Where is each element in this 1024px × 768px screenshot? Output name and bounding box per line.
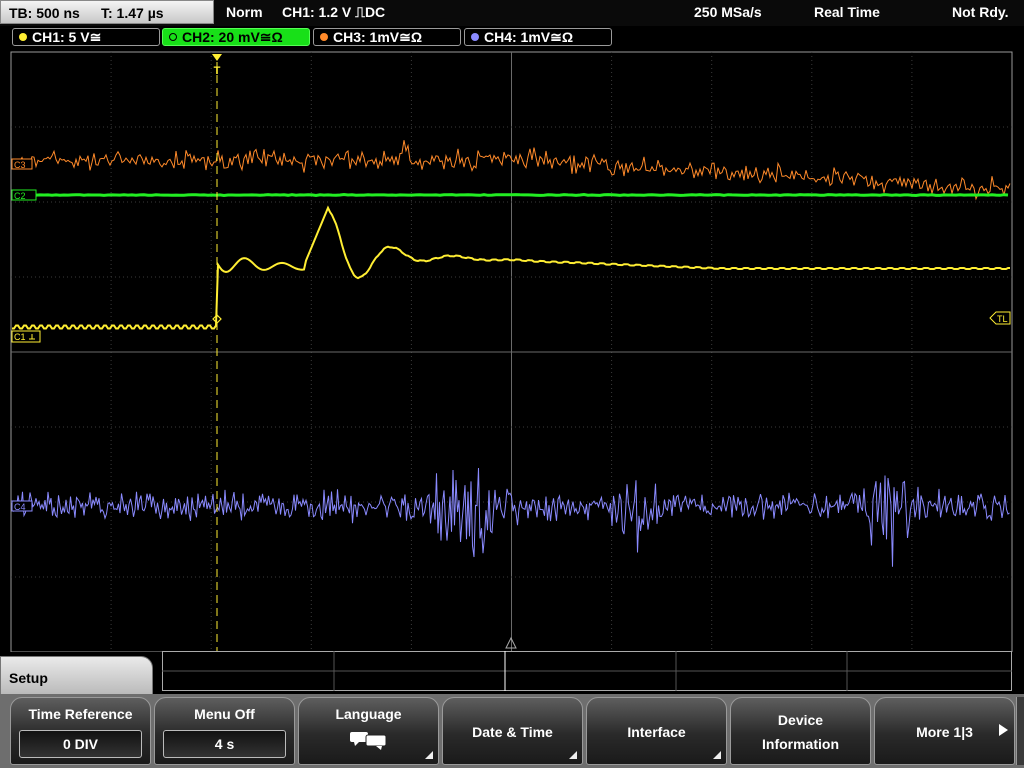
menu-off-value: 4 s bbox=[163, 730, 286, 758]
ch4-marker-label: C4 bbox=[14, 502, 26, 512]
interface-label: Interface bbox=[627, 724, 686, 740]
status-bar: TB: 500 ns T: 1.47 µs Norm CH1: 1.2 V ⎍D… bbox=[0, 0, 1024, 26]
time-reference-button[interactable]: Time Reference 0 DIV bbox=[10, 697, 151, 765]
submenu-indicator-icon bbox=[713, 751, 721, 759]
ch1-label: CH1: 5 V≅ bbox=[32, 29, 102, 45]
ch3-color-dot bbox=[320, 33, 328, 41]
submenu-indicator-icon bbox=[569, 751, 577, 759]
device-information-label-line1: Device bbox=[777, 712, 824, 728]
device-information-button[interactable]: Device Information bbox=[730, 697, 871, 765]
acquisition-mode: Real Time bbox=[814, 4, 880, 20]
ch2-marker-label: C2 bbox=[14, 191, 26, 201]
menu-off-label: Menu Off bbox=[194, 706, 255, 722]
time-reference-bar bbox=[162, 651, 1012, 691]
menu-off-button[interactable]: Menu Off 4 s bbox=[154, 697, 295, 765]
submenu-indicator-icon bbox=[425, 751, 433, 759]
timebase-readout: TB: 500 ns bbox=[9, 5, 80, 21]
trigger-level-label: TL bbox=[997, 314, 1008, 324]
language-label: Language bbox=[335, 706, 402, 722]
speech-bubbles-icon bbox=[350, 732, 387, 750]
ch2-offset-marker: C2 bbox=[11, 189, 37, 201]
ch1-marker-label: C1 bbox=[14, 332, 26, 342]
language-button[interactable]: Language bbox=[298, 697, 439, 765]
time-reference-label: Time Reference bbox=[28, 706, 133, 722]
channel-tab-ch4[interactable]: CH4: 1mV≅Ω bbox=[464, 28, 612, 46]
more-button[interactable]: More 1|3 bbox=[874, 697, 1015, 765]
ch1-color-dot bbox=[19, 33, 27, 41]
timebase-box[interactable]: TB: 500 ns T: 1.47 µs bbox=[0, 0, 214, 24]
ch4-label: CH4: 1mV≅Ω bbox=[484, 29, 574, 45]
menu-title-tab: Setup bbox=[0, 656, 153, 696]
trigger-position-label: T bbox=[214, 65, 221, 77]
next-page-arrow-icon bbox=[999, 724, 1008, 736]
channel-tab-ch2[interactable]: CH2: 20 mV≅Ω bbox=[162, 28, 310, 46]
device-information-label-line2: Information bbox=[762, 736, 839, 752]
date-time-button[interactable]: Date & Time bbox=[442, 697, 583, 765]
waveform-display[interactable]: T C3 C2 C1 C4 TL bbox=[0, 48, 1024, 652]
ch4-color-dot bbox=[471, 33, 479, 41]
ch2-waveform bbox=[11, 192, 1009, 198]
date-time-label: Date & Time bbox=[472, 724, 553, 740]
ch3-offset-marker: C3 bbox=[11, 158, 33, 170]
acquisition-state: Not Rdy. bbox=[952, 4, 1009, 20]
menu-title: Setup bbox=[9, 670, 48, 686]
sample-rate: 250 MSa/s bbox=[694, 4, 762, 20]
trigger-info[interactable]: CH1: 1.2 V ⎍DC bbox=[282, 0, 385, 24]
ch2-label: CH2: 20 mV≅Ω bbox=[182, 29, 283, 45]
trigger-time-readout: T: 1.47 µs bbox=[101, 5, 164, 21]
time-reference-value: 0 DIV bbox=[19, 730, 142, 758]
ch3-label: CH3: 1mV≅Ω bbox=[333, 29, 423, 45]
more-label: More 1|3 bbox=[916, 724, 973, 740]
channel-tab-ch3[interactable]: CH3: 1mV≅Ω bbox=[313, 28, 461, 46]
channel-tab-ch1[interactable]: CH1: 5 V≅ bbox=[12, 28, 160, 46]
ch1-offset-marker: C1 bbox=[11, 330, 41, 343]
ch2-color-dot bbox=[169, 33, 177, 41]
ch3-marker-label: C3 bbox=[14, 160, 26, 170]
ch4-offset-marker: C4 bbox=[11, 500, 33, 512]
trigger-mode[interactable]: Norm bbox=[226, 0, 263, 24]
interface-button[interactable]: Interface bbox=[586, 697, 727, 765]
side-strip bbox=[1016, 697, 1024, 765]
